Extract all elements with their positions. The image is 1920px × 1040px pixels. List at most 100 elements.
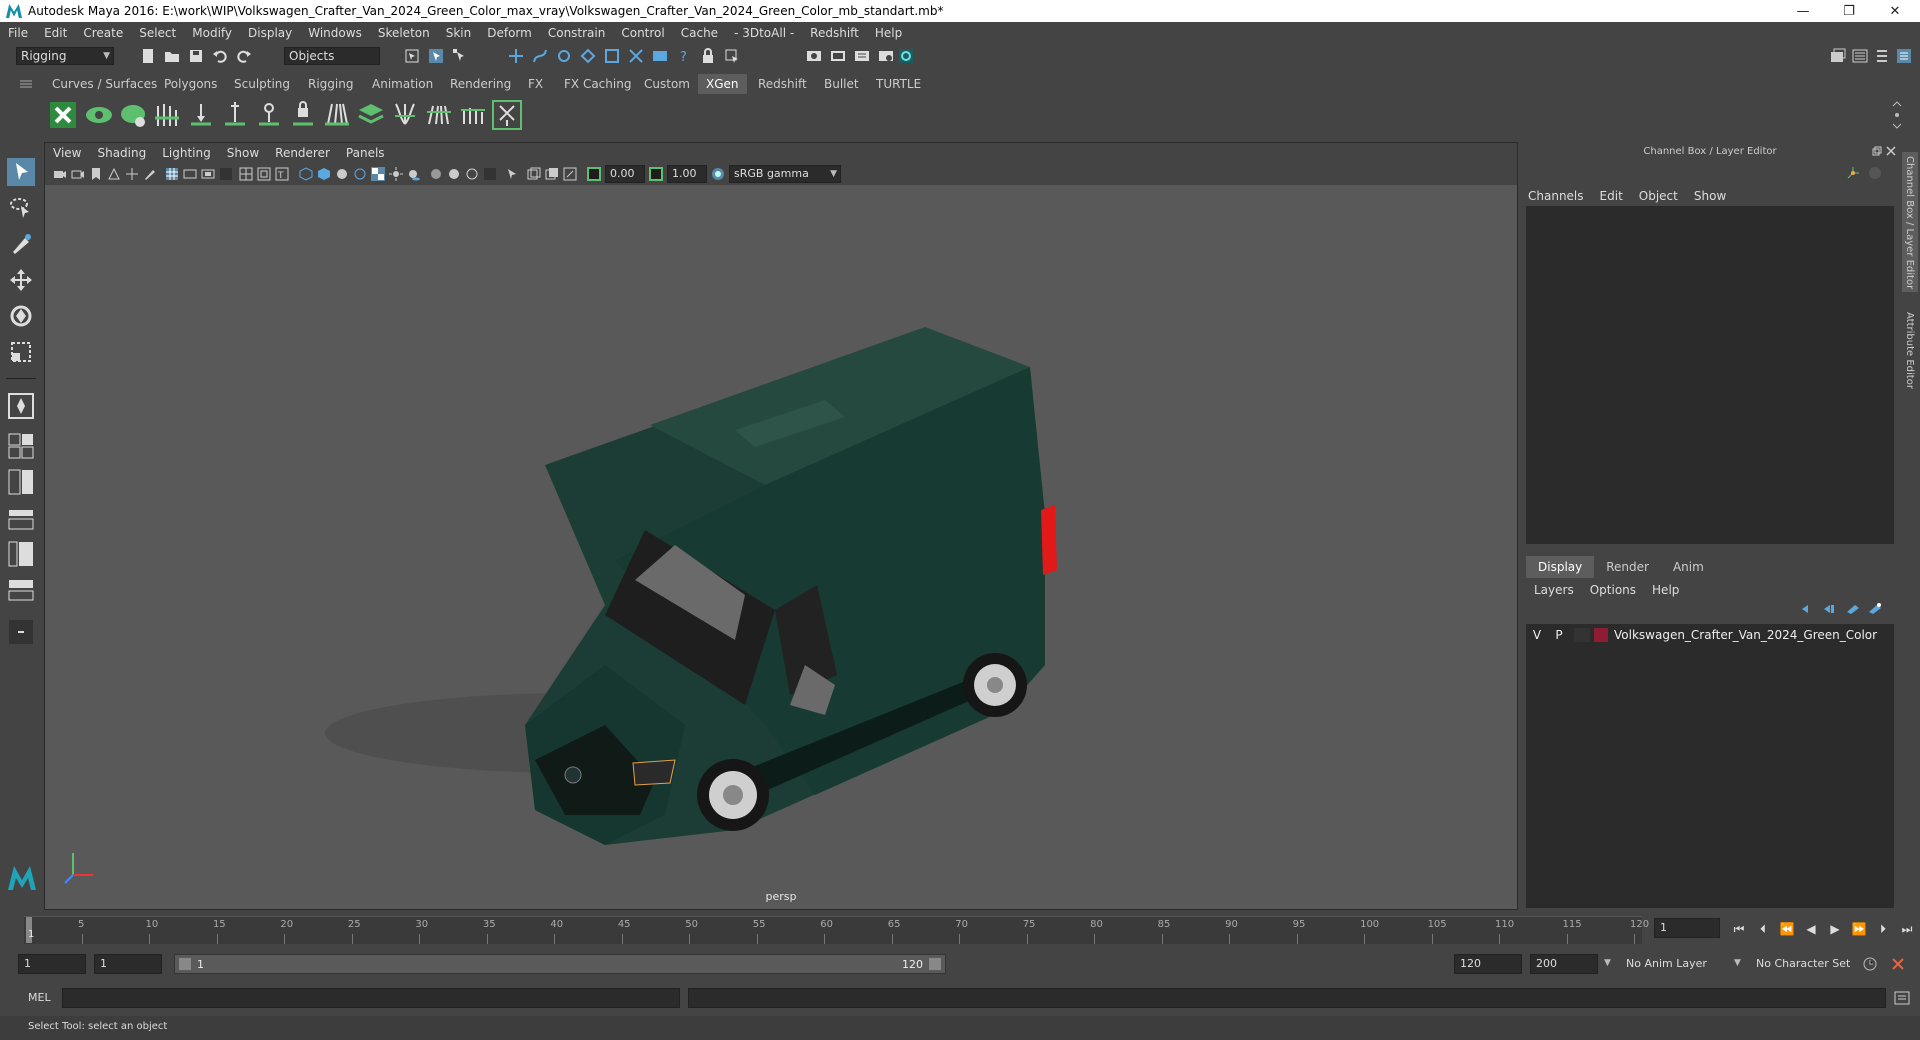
range-end-handle[interactable] <box>929 958 941 970</box>
xgen-select-guide-icon[interactable] <box>254 100 284 130</box>
playback-end-field[interactable]: 120 <box>1454 954 1522 974</box>
exposure-icon[interactable] <box>587 167 601 181</box>
menu-edit[interactable]: Edit <box>36 26 75 40</box>
character-set-dropdown[interactable]: No Character Set <box>1752 954 1870 974</box>
gamma-field[interactable]: 1.00 <box>667 165 707 183</box>
xgen-guides-icon[interactable] <box>152 100 182 130</box>
new-scene-icon[interactable] <box>140 48 156 64</box>
move-tool-icon[interactable] <box>7 266 35 294</box>
snap-point-icon[interactable] <box>556 48 572 64</box>
menu-skin[interactable]: Skin <box>438 26 480 40</box>
use-all-lights-icon[interactable] <box>389 167 403 181</box>
select-hierarchy-icon[interactable] <box>404 48 420 64</box>
command-input[interactable] <box>62 988 680 1008</box>
new-layer-from-selection-icon[interactable] <box>1868 602 1882 616</box>
shelf-tab-fx[interactable]: FX <box>520 74 551 94</box>
layout-two-panes-icon[interactable] <box>7 468 35 496</box>
close-panel-icon[interactable] <box>1886 146 1896 156</box>
van-model[interactable] <box>325 327 1057 845</box>
menu-deform[interactable]: Deform <box>479 26 540 40</box>
new-empty-layer-icon[interactable] <box>1846 602 1860 616</box>
scene-start-field[interactable]: 1 <box>18 954 86 974</box>
field-chart-icon[interactable] <box>239 167 253 181</box>
shelf-tab-fx-caching[interactable]: FX Caching <box>556 74 639 94</box>
xgen-length-icon[interactable] <box>458 100 488 130</box>
go-to-end-icon[interactable]: ⏭ <box>1896 918 1918 940</box>
viewport-menu-panels[interactable]: Panels <box>338 146 393 160</box>
move-layer-down-icon[interactable] <box>1822 602 1836 616</box>
layout-graph-icon[interactable] <box>7 540 35 568</box>
xgen-interactive-groom-icon[interactable] <box>492 100 522 130</box>
shelf-tab-xgen[interactable]: XGen <box>698 74 747 94</box>
gamma-icon[interactable] <box>649 167 663 181</box>
exposure-field[interactable]: 0.00 <box>605 165 645 183</box>
open-scene-icon[interactable] <box>164 48 180 64</box>
shelf-tab-animation[interactable]: Animation <box>364 74 441 94</box>
color-management-icon[interactable] <box>711 167 725 181</box>
menu-constrain[interactable]: Constrain <box>540 26 614 40</box>
step-forward-icon[interactable]: ⏵ <box>1872 918 1894 940</box>
snap-view-icon[interactable] <box>580 48 596 64</box>
xray-icon[interactable] <box>527 167 541 181</box>
shelf-tab-curves-surfaces[interactable]: Curves / Surfaces <box>44 74 165 94</box>
scene-end-field[interactable]: 200 <box>1530 954 1598 974</box>
minimize-button[interactable]: — <box>1780 0 1826 22</box>
layer-type-toggle[interactable] <box>1574 628 1590 642</box>
manipulator-icon[interactable] <box>1846 166 1860 180</box>
menu-modify[interactable]: Modify <box>184 26 240 40</box>
go-to-start-icon[interactable]: ⏮ <box>1728 918 1750 940</box>
layer-color-swatch[interactable] <box>1594 628 1608 642</box>
selection-mode-dropdown[interactable]: Objects <box>284 47 380 65</box>
layer-name[interactable]: Volkswagen_Crafter_Van_2024_Green_Color <box>1614 628 1877 642</box>
default-material-icon[interactable] <box>335 167 349 181</box>
float-panel-icon[interactable] <box>1872 146 1882 156</box>
side-tab-attribute-editor[interactable]: Attribute Editor <box>1904 312 1915 389</box>
bookmark-icon[interactable] <box>89 167 103 181</box>
xgen-preview-icon[interactable] <box>84 100 114 130</box>
hypershade-icon[interactable] <box>878 48 894 64</box>
viewport-canvas[interactable]: persp <box>45 185 1517 909</box>
ambient-occlusion-icon[interactable] <box>429 167 443 181</box>
layer-visibility-toggle[interactable]: V <box>1526 628 1548 642</box>
channel-box-menu-show[interactable]: Show <box>1686 189 1734 203</box>
tool-settings-toggle-icon[interactable] <box>1874 48 1890 64</box>
range-start-handle[interactable] <box>179 958 191 970</box>
ipr-render-icon[interactable] <box>854 48 870 64</box>
play-forward-icon[interactable]: ▶ <box>1824 918 1846 940</box>
camera-attributes-icon[interactable] <box>71 167 85 181</box>
shelf-menu-icon[interactable] <box>20 80 32 88</box>
select-component-icon[interactable] <box>452 48 468 64</box>
menu-windows[interactable]: Windows <box>300 26 370 40</box>
layer-row[interactable]: V P Volkswagen_Crafter_Van_2024_Green_Co… <box>1526 626 1894 644</box>
redo-icon[interactable] <box>236 48 252 64</box>
layout-outliner-icon[interactable] <box>7 504 35 532</box>
show-manipulator-icon[interactable] <box>7 392 35 420</box>
xgen-cut-icon[interactable] <box>424 100 454 130</box>
layer-tab-anim[interactable]: Anim <box>1661 556 1716 578</box>
layer-menu-layers[interactable]: Layers <box>1526 583 1582 597</box>
animation-preferences-icon[interactable] <box>1890 956 1906 972</box>
xgen-description-icon[interactable] <box>118 100 148 130</box>
menu-create[interactable]: Create <box>75 26 131 40</box>
menu-control[interactable]: Control <box>613 26 672 40</box>
viewport-menu-shading[interactable]: Shading <box>89 146 154 160</box>
playback-start-field[interactable]: 1 <box>94 954 162 974</box>
render-frame-icon[interactable] <box>830 48 846 64</box>
channel-box-toggle-icon[interactable] <box>1896 48 1912 64</box>
xgen-sculpt-icon[interactable] <box>322 100 352 130</box>
xgen-clump-icon[interactable] <box>390 100 420 130</box>
menu-cache[interactable]: Cache <box>673 26 726 40</box>
command-language-label[interactable]: MEL <box>28 991 51 1004</box>
depth-of-field-icon[interactable] <box>483 167 497 181</box>
move-layer-up-icon[interactable] <box>1800 602 1814 616</box>
step-back-key-icon[interactable]: ⏪ <box>1776 918 1798 940</box>
lock-icon[interactable] <box>700 48 716 64</box>
textured-icon[interactable] <box>371 167 385 181</box>
lasso-tool-icon[interactable] <box>7 194 35 222</box>
grid-icon[interactable] <box>165 167 179 181</box>
two-d-pan-icon[interactable] <box>125 167 139 181</box>
close-button[interactable]: ✕ <box>1872 0 1918 22</box>
wireframe-icon[interactable] <box>299 167 313 181</box>
menu-file[interactable]: File <box>0 26 36 40</box>
grease-pencil-icon[interactable] <box>143 167 157 181</box>
